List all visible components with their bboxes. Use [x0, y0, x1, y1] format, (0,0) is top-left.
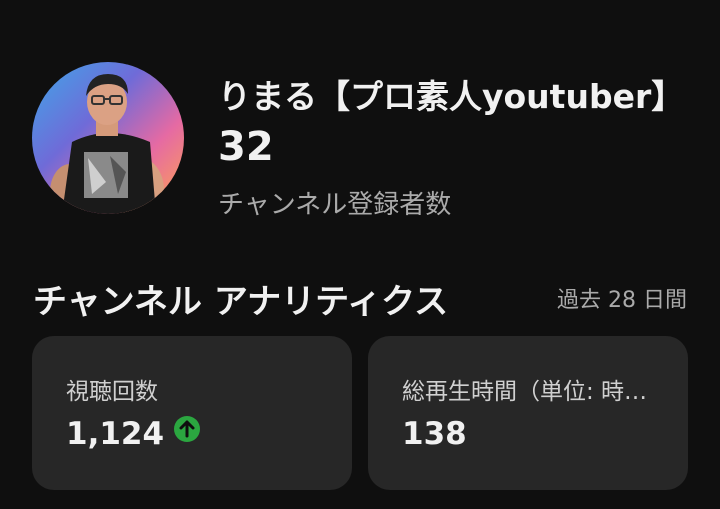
views-value: 1,124: [66, 416, 165, 452]
channel-name: りまる【プロ素人youtuber】: [218, 77, 685, 116]
channel-avatar[interactable]: [32, 62, 184, 214]
arrow-up-circle-icon: [174, 416, 201, 442]
views-value-row: 1,124: [66, 416, 201, 452]
watch-time-card[interactable]: 総再生時間（単位: 時… 138: [368, 336, 688, 490]
watch-time-label: 総再生時間（単位: 時…: [402, 379, 648, 405]
views-label: 視聴回数: [66, 379, 158, 405]
analytics-period: 過去 28 日間: [557, 288, 687, 313]
watch-time-value: 138: [402, 416, 467, 452]
channel-dashboard: りまる【プロ素人youtuber】 32 チャンネル登録者数 チャンネル アナリ…: [0, 0, 720, 509]
avatar-photo-icon: [50, 74, 164, 214]
analytics-title: チャンネル アナリティクス: [33, 282, 449, 322]
subscriber-label: チャンネル登録者数: [218, 190, 452, 220]
views-card[interactable]: 視聴回数 1,124: [32, 336, 352, 490]
subscriber-count: 32: [218, 124, 274, 170]
